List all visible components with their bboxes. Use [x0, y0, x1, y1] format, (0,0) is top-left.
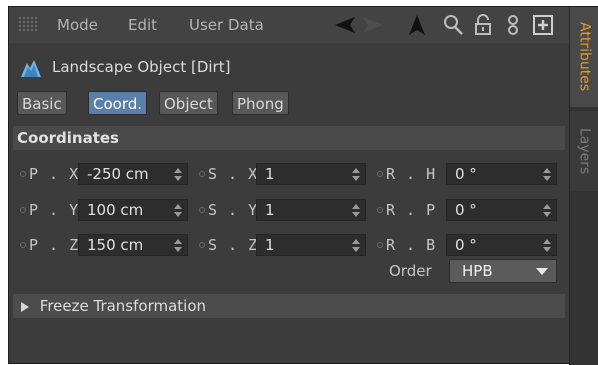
rotation-b-value: 0 °	[455, 236, 477, 254]
side-tab-attributes[interactable]: Attributes	[570, 7, 598, 107]
rb-label: R . B	[386, 236, 437, 254]
coordinates-section-header: Coordinates	[13, 126, 565, 150]
animation-dot[interactable]	[377, 242, 383, 248]
pz-label: P . Z	[29, 236, 80, 254]
position-x-value: -250 cm	[87, 165, 149, 183]
tab-basic[interactable]: Basic	[17, 91, 67, 115]
spinner-icon[interactable]	[352, 239, 360, 252]
animation-dot[interactable]	[20, 242, 26, 248]
grip-handle-icon[interactable]	[19, 17, 37, 33]
search-icon[interactable]	[441, 13, 465, 37]
freeze-transformation-group[interactable]: Freeze Transformation	[13, 294, 565, 318]
animation-dot[interactable]	[377, 207, 383, 213]
position-z-field[interactable]: 150 cm	[78, 234, 188, 256]
tab-object[interactable]: Object	[159, 91, 218, 115]
side-tab-attributes-label: Attributes	[576, 22, 593, 92]
spinner-icon[interactable]	[174, 168, 182, 181]
position-y-value: 100 cm	[87, 201, 144, 219]
scale-x-field[interactable]: 1	[256, 163, 366, 185]
animation-dot[interactable]	[199, 242, 205, 248]
position-y-field[interactable]: 100 cm	[78, 199, 188, 221]
animation-dot[interactable]	[199, 171, 205, 177]
scale-z-field[interactable]: 1	[256, 234, 366, 256]
attribute-manager-window: Mode Edit User Data Landscape Object [Di…	[8, 6, 598, 365]
menu-edit[interactable]: Edit	[128, 16, 157, 34]
order-value: HPB	[462, 262, 493, 280]
rotation-h-value: 0 °	[455, 165, 477, 183]
sx-label: S . X	[208, 165, 259, 183]
object-title: Landscape Object [Dirt]	[52, 58, 231, 76]
px-label: P . X	[29, 165, 80, 183]
animation-dot[interactable]	[20, 207, 26, 213]
menu-bar: Mode Edit User Data	[9, 7, 569, 43]
scale-z-value: 1	[265, 236, 275, 254]
spinner-icon[interactable]	[174, 204, 182, 217]
scale-x-value: 1	[265, 165, 275, 183]
expand-arrow-icon[interactable]	[21, 302, 29, 312]
side-tab-strip: Attributes Layers	[569, 7, 598, 365]
position-z-value: 150 cm	[87, 236, 144, 254]
cursor-up-icon[interactable]	[405, 13, 429, 37]
object-header: Landscape Object [Dirt]	[9, 55, 569, 81]
animation-dot[interactable]	[199, 207, 205, 213]
menu-user-data[interactable]: User Data	[189, 16, 264, 34]
spinner-icon[interactable]	[352, 168, 360, 181]
spinner-icon[interactable]	[352, 204, 360, 217]
spinner-icon[interactable]	[543, 239, 551, 252]
scale-y-field[interactable]: 1	[256, 199, 366, 221]
forward-arrow-icon[interactable]	[361, 13, 385, 37]
rotation-p-value: 0 °	[455, 201, 477, 219]
order-dropdown[interactable]: HPB	[449, 259, 557, 283]
order-label: Order	[389, 262, 432, 280]
rp-label: R . P	[386, 201, 437, 219]
spinner-icon[interactable]	[543, 204, 551, 217]
animation-dot[interactable]	[20, 171, 26, 177]
rh-label: R . H	[386, 165, 437, 183]
tab-phong[interactable]: Phong	[232, 91, 289, 115]
freeze-transformation-label: Freeze Transformation	[39, 297, 207, 315]
position-x-field[interactable]: -250 cm	[78, 163, 188, 185]
landscape-icon	[21, 60, 41, 77]
sy-label: S . Y	[208, 201, 259, 219]
chevron-down-icon	[536, 268, 548, 275]
side-tab-layers[interactable]: Layers	[570, 111, 598, 191]
animation-dot[interactable]	[377, 171, 383, 177]
sz-label: S . Z	[208, 236, 259, 254]
rotation-p-field[interactable]: 0 °	[446, 199, 557, 221]
rotation-b-field[interactable]: 0 °	[446, 234, 557, 256]
link-icon[interactable]	[501, 13, 525, 37]
rotation-h-field[interactable]: 0 °	[446, 163, 557, 185]
scale-y-value: 1	[265, 201, 275, 219]
spinner-icon[interactable]	[543, 168, 551, 181]
lock-icon[interactable]	[471, 13, 495, 37]
tab-coord[interactable]: Coord.	[88, 91, 148, 115]
side-tab-layers-label: Layers	[576, 127, 593, 175]
spinner-icon[interactable]	[174, 239, 182, 252]
back-arrow-icon[interactable]	[333, 13, 357, 37]
new-panel-icon[interactable]	[531, 13, 555, 37]
py-label: P . Y	[29, 201, 80, 219]
menu-mode[interactable]: Mode	[57, 16, 98, 34]
